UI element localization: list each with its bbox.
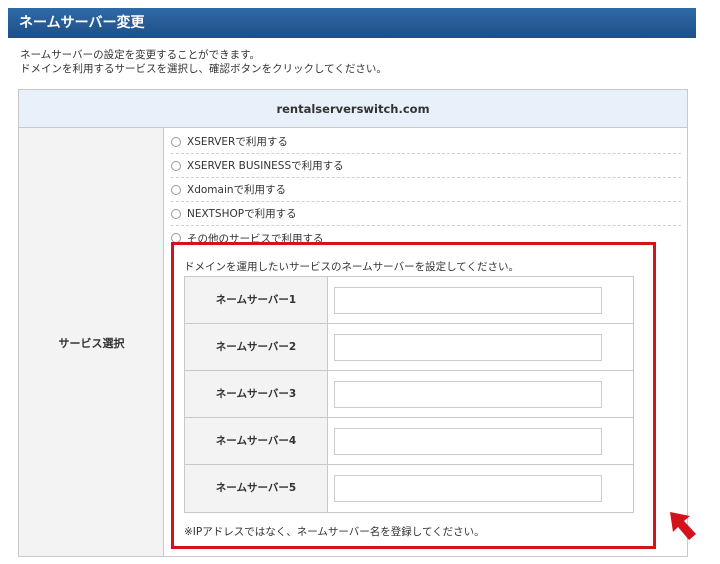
nameserver-intro: ドメインを運用したいサービスのネームサーバーを設定してください。 [184,261,519,273]
option-label: NEXTSHOPで利用する [187,208,297,220]
nameserver-row-5: ネームサーバー5 [185,465,633,512]
radio-button[interactable] [171,208,181,219]
nameserver-row-2: ネームサーバー2 [185,324,633,371]
description-line-2: ドメインを利用するサービスを選択し、確認ボタンをクリックしてください。 [20,63,387,75]
nameserver-row-3: ネームサーバー3 [185,371,633,418]
arrow-icon [670,512,696,540]
service-option-xserver[interactable]: XSERVERで利用する [171,130,681,154]
radio-button[interactable] [171,136,181,147]
nameserver-form: rentalserverswitch.com サービス選択 XSERVERで利用… [18,89,688,557]
service-select-label: サービス選択 [58,337,125,350]
nameserver-5-label: ネームサーバー5 [185,465,328,512]
nameserver-3-input[interactable] [334,381,602,408]
nameserver-4-label: ネームサーバー4 [185,418,328,464]
page-title: ネームサーバー変更 [8,8,696,38]
radio-button[interactable] [171,184,181,195]
radio-button[interactable] [171,160,181,171]
description: ネームサーバーの設定を変更することができます。 ドメインを利用するサービスを選択… [20,48,387,76]
nameserver-4-input[interactable] [334,428,602,455]
option-label: XSERVERで利用する [187,136,288,148]
service-label-cell: サービス選択 [19,128,164,556]
option-label: XSERVER BUSINESSで利用する [187,160,344,172]
nameserver-note: ※IPアドレスではなく、ネームサーバー名を登録してください。 [184,526,485,538]
nameserver-table: ネームサーバー1 ネームサーバー2 ネームサーバー3 ネームサーバー4 ネームサ… [184,276,634,513]
nameserver-2-label: ネームサーバー2 [185,324,328,370]
nameserver-panel: ドメインを運用したいサービスのネームサーバーを設定してください。 ネームサーバー… [171,242,656,549]
service-option-nextshop[interactable]: NEXTSHOPで利用する [171,202,681,226]
domain-name: rentalserverswitch.com [19,90,687,128]
nameserver-3-label: ネームサーバー3 [185,371,328,417]
service-option-xdomain[interactable]: Xdomainで利用する [171,178,681,202]
option-label: Xdomainで利用する [187,184,287,196]
nameserver-1-input[interactable] [334,287,602,314]
nameserver-row-1: ネームサーバー1 [185,277,633,324]
nameserver-5-input[interactable] [334,475,602,502]
service-option-xserver-business[interactable]: XSERVER BUSINESSで利用する [171,154,681,178]
nameserver-2-input[interactable] [334,334,602,361]
service-options: XSERVERで利用する XSERVER BUSINESSで利用する Xdoma… [171,130,681,250]
nameserver-row-4: ネームサーバー4 [185,418,633,465]
description-line-1: ネームサーバーの設定を変更することができます。 [20,49,261,61]
nameserver-1-label: ネームサーバー1 [185,277,328,323]
